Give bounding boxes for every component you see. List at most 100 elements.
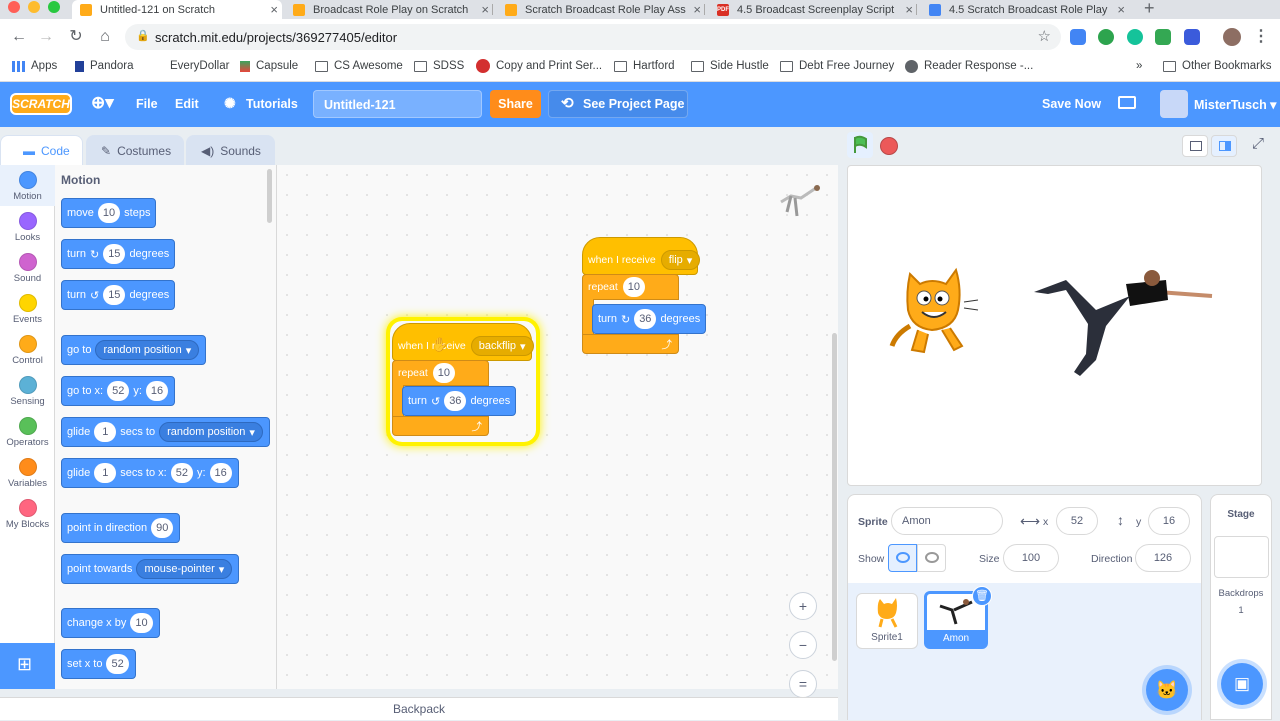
stage-canvas[interactable] <box>847 165 1262 486</box>
bookmarks-overflow[interactable]: » <box>1136 59 1142 73</box>
change-x-block[interactable]: change x by 10 <box>61 608 160 638</box>
choose-backdrop-button[interactable]: ▣ <box>1221 663 1263 705</box>
extension-icon[interactable] <box>1155 29 1171 45</box>
when-i-receive-backflip-hat[interactable]: when I receive backflip ▾ <box>392 323 534 361</box>
show-hidden-button[interactable] <box>917 544 946 572</box>
my-stuff-folder-icon[interactable] <box>1118 96 1136 109</box>
normal-stage-button[interactable] <box>1211 135 1237 157</box>
category-variables[interactable]: Variables <box>0 458 55 489</box>
maximize-window-button[interactable] <box>48 1 60 13</box>
green-flag-button[interactable] <box>847 132 873 158</box>
home-icon[interactable]: ⌂ <box>96 28 114 46</box>
message-dropdown[interactable]: backflip ▾ <box>470 336 534 356</box>
x-change-input[interactable]: 10 <box>130 613 153 633</box>
choose-sprite-button[interactable]: 🐱 <box>1146 669 1188 711</box>
tab-sounds[interactable]: ◀) Sounds <box>186 135 275 165</box>
language-globe-icon[interactable]: ⊕▾ <box>91 93 114 113</box>
username-menu[interactable]: MisterTusch ▾ <box>1194 97 1276 112</box>
browser-tab[interactable]: Scratch Broadcast Role Play Ass × <box>497 0 705 19</box>
sprite-thumb-sprite1[interactable]: Sprite1 <box>856 593 918 649</box>
tab-close-icon[interactable]: × <box>270 2 278 17</box>
small-stage-button[interactable] <box>1182 135 1208 157</box>
secs-input[interactable]: 1 <box>94 463 117 483</box>
degrees-input[interactable]: 15 <box>103 285 126 305</box>
show-visible-button[interactable] <box>888 544 917 572</box>
tutorials-button[interactable]: Tutorials <box>246 97 298 111</box>
edit-menu[interactable]: Edit <box>175 97 199 111</box>
scratch-cat-sprite[interactable] <box>888 262 980 358</box>
turn-left-block[interactable]: turn ↺ 15 degrees <box>61 280 176 310</box>
backpack-bar[interactable]: Backpack <box>0 697 838 720</box>
category-sound[interactable]: Sound <box>0 253 55 284</box>
target-dropdown[interactable]: random position ▾ <box>159 422 263 442</box>
delete-sprite-trash-icon[interactable]: 🗑 <box>972 586 992 606</box>
address-bar[interactable]: 🔒 scratch.mit.edu/projects/369277405/edi… <box>125 24 1061 50</box>
bookmark-folder[interactable]: Side Hustle <box>691 59 769 73</box>
save-now-button[interactable]: Save Now <box>1042 97 1101 111</box>
sprite-name-input[interactable]: Amon <box>891 507 1003 535</box>
amon-dancer-sprite[interactable] <box>1026 262 1216 380</box>
point-towards-block[interactable]: point towards mouse-pointer ▾ <box>61 554 240 584</box>
bookmark-apps[interactable]: Apps <box>12 59 57 73</box>
extension-shield-icon[interactable] <box>1184 29 1200 45</box>
bookmark-folder[interactable]: Hartford <box>614 59 675 73</box>
turn-right-block[interactable]: turn ↻ 15 degrees <box>61 239 176 269</box>
palette-scrollbar[interactable] <box>267 169 272 223</box>
go-to-xy-block[interactable]: go to x: 52 y: 16 <box>61 376 176 406</box>
repeat-count-input[interactable]: 10 <box>432 363 456 383</box>
target-dropdown[interactable]: mouse-pointer ▾ <box>136 559 233 579</box>
steps-input[interactable]: 10 <box>97 203 121 223</box>
target-dropdown[interactable]: random position ▾ <box>95 340 200 360</box>
degrees-input[interactable]: 36 <box>634 309 657 329</box>
stop-button[interactable] <box>880 137 898 155</box>
grammarly-extension-icon[interactable] <box>1127 29 1143 45</box>
stage-thumbnail[interactable] <box>1214 536 1269 578</box>
category-operators[interactable]: Operators <box>0 417 55 448</box>
turn-left-block[interactable]: turn ↺ 36 degrees <box>402 386 517 416</box>
degrees-input[interactable]: 36 <box>444 391 467 411</box>
category-my-blocks[interactable]: My Blocks <box>0 499 55 530</box>
bookmark-capsule[interactable]: Capsule <box>240 59 298 73</box>
stage-selector-panel[interactable]: Stage Backdrops 1 ▣ <box>1210 494 1272 720</box>
glide-to-block[interactable]: glide 1 secs to random position ▾ <box>61 417 270 447</box>
reload-icon[interactable]: ↻ <box>67 28 85 46</box>
bookmark-folder[interactable]: SDSS <box>414 59 464 73</box>
browser-tab[interactable]: PDF 4.5 Broadcast Screenplay Script × <box>709 0 917 19</box>
x-input[interactable]: 52 <box>107 381 130 401</box>
bookmark-copy-print[interactable]: Copy and Print Ser... <box>476 59 602 73</box>
browser-tab[interactable]: Untitled-121 on Scratch × <box>72 0 282 19</box>
tab-close-icon[interactable]: × <box>905 2 913 17</box>
browser-tab[interactable]: Broadcast Role Play on Scratch × <box>285 0 493 19</box>
turn-right-block[interactable]: turn ↻ 36 degrees <box>592 304 707 334</box>
bookmark-reader-response[interactable]: Reader Response -... <box>905 59 1033 73</box>
category-sensing[interactable]: Sensing <box>0 376 55 407</box>
category-events[interactable]: Events <box>0 294 55 325</box>
bookmark-star-icon[interactable]: ☆ <box>1038 27 1051 45</box>
browser-menu-icon[interactable]: ⋮ <box>1252 28 1270 46</box>
evernote-extension-icon[interactable] <box>1098 29 1114 45</box>
translate-extension-icon[interactable] <box>1070 29 1086 45</box>
bookmark-folder[interactable]: CS Awesome <box>315 59 403 73</box>
y-input[interactable]: 16 <box>209 463 232 483</box>
go-to-block[interactable]: go to random position ▾ <box>61 335 207 365</box>
tab-close-icon[interactable]: × <box>481 2 489 17</box>
minimize-window-button[interactable] <box>28 1 40 13</box>
tab-close-icon[interactable]: × <box>1117 2 1125 17</box>
back-arrow-icon[interactable]: ← <box>10 28 28 46</box>
degrees-input[interactable]: 15 <box>103 244 126 264</box>
when-i-receive-flip-hat[interactable]: when I receive flip ▾ <box>582 237 701 275</box>
other-bookmarks[interactable]: Other Bookmarks <box>1163 59 1271 73</box>
forward-arrow-icon[interactable]: → <box>37 28 55 46</box>
glide-to-xy-block[interactable]: glide 1 secs to x: 52 y: 16 <box>61 458 239 488</box>
browser-tab[interactable]: 4.5 Scratch Broadcast Role Play × <box>921 0 1129 19</box>
x-input[interactable]: 52 <box>170 463 193 483</box>
size-input[interactable]: 100 <box>1003 544 1059 572</box>
y-input[interactable]: 16 <box>1148 507 1190 535</box>
zoom-reset-button[interactable]: = <box>789 670 817 698</box>
bookmark-folder[interactable]: Debt Free Journey <box>780 59 894 73</box>
secs-input[interactable]: 1 <box>94 422 117 442</box>
message-dropdown[interactable]: flip ▾ <box>660 250 701 270</box>
bookmark-pandora[interactable]: Pandora <box>75 59 133 73</box>
bookmark-everydollar[interactable]: EveryDollar <box>170 59 229 73</box>
share-button[interactable]: Share <box>490 90 541 118</box>
